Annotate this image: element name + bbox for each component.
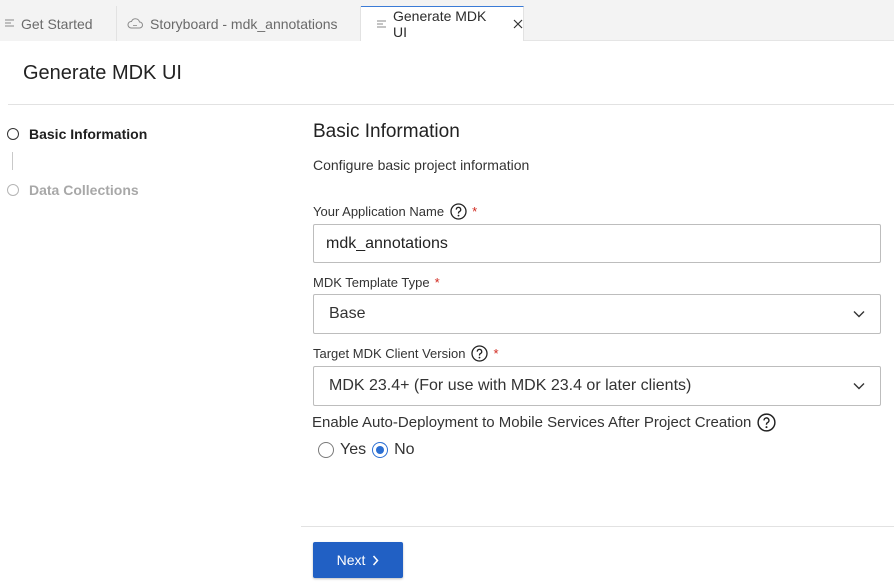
radio-yes[interactable] (318, 442, 334, 458)
next-button-label: Next (336, 552, 366, 568)
step-circle-icon (7, 128, 19, 140)
lines-icon (5, 19, 14, 28)
radio-no[interactable] (372, 442, 389, 458)
step-label: Data Collections (29, 182, 139, 198)
auto-deploy-radio-group: Yes No (318, 441, 421, 459)
help-icon[interactable] (757, 413, 776, 432)
auto-deploy-label: Enable Auto-Deployment to Mobile Service… (312, 413, 776, 432)
lines-icon (377, 20, 386, 29)
footer-divider (301, 526, 894, 527)
app-name-input[interactable] (313, 224, 881, 263)
step-connector (12, 152, 13, 170)
step-data-collections[interactable]: Data Collections (7, 182, 139, 198)
page-title: Generate MDK UI (23, 62, 182, 84)
step-basic-information[interactable]: Basic Information (7, 126, 147, 142)
next-button[interactable]: Next (313, 542, 403, 578)
radio-dot (376, 446, 385, 454)
client-version-label-text: Target MDK Client Version (313, 346, 466, 361)
step-circle-icon (7, 184, 19, 196)
section-title: Basic Information (313, 121, 460, 142)
template-type-value: Base (329, 305, 366, 322)
client-version-select[interactable]: MDK 23.4+ (For use with MDK 23.4 or late… (313, 366, 881, 406)
header-divider (8, 104, 894, 105)
client-version-value: MDK 23.4+ (For use with MDK 23.4 or late… (329, 377, 692, 394)
template-type-select[interactable]: Base (313, 294, 881, 334)
chevron-right-icon (372, 555, 379, 566)
help-icon[interactable] (471, 345, 489, 362)
close-icon[interactable] (513, 19, 523, 29)
app-name-label-text: Your Application Name (313, 204, 445, 219)
tab-storyboard[interactable]: Storyboard - mdk_annotations (117, 6, 361, 41)
template-type-label: MDK Template Type * (313, 275, 440, 290)
tab-label: Storyboard - mdk_annotations (150, 15, 338, 32)
app-name-label: Your Application Name * (313, 203, 477, 220)
chevron-down-icon (853, 382, 865, 390)
template-type-label-text: MDK Template Type (313, 275, 430, 290)
tab-generate-mdk-ui[interactable]: Generate MDK UI (361, 6, 524, 41)
tab-label: Generate MDK UI (393, 8, 487, 40)
radio-no-label[interactable]: No (394, 441, 414, 459)
client-version-label: Target MDK Client Version * (313, 345, 499, 362)
chevron-down-icon (853, 310, 865, 318)
tab-get-started[interactable]: Get Started (0, 6, 117, 41)
radio-yes-label[interactable]: Yes (340, 441, 366, 459)
cloud-icon (127, 18, 143, 29)
section-subtitle: Configure basic project information (313, 157, 530, 173)
step-label: Basic Information (29, 126, 148, 142)
required-marker: * (493, 346, 499, 361)
help-icon[interactable] (450, 203, 467, 220)
editor-tab-bar: Get Started Storyboard - mdk_annotations… (0, 0, 894, 41)
tab-label: Get Started (21, 15, 93, 32)
required-marker: * (434, 275, 440, 290)
required-marker: * (472, 204, 478, 219)
auto-deploy-label-text: Enable Auto-Deployment to Mobile Service… (312, 414, 752, 431)
